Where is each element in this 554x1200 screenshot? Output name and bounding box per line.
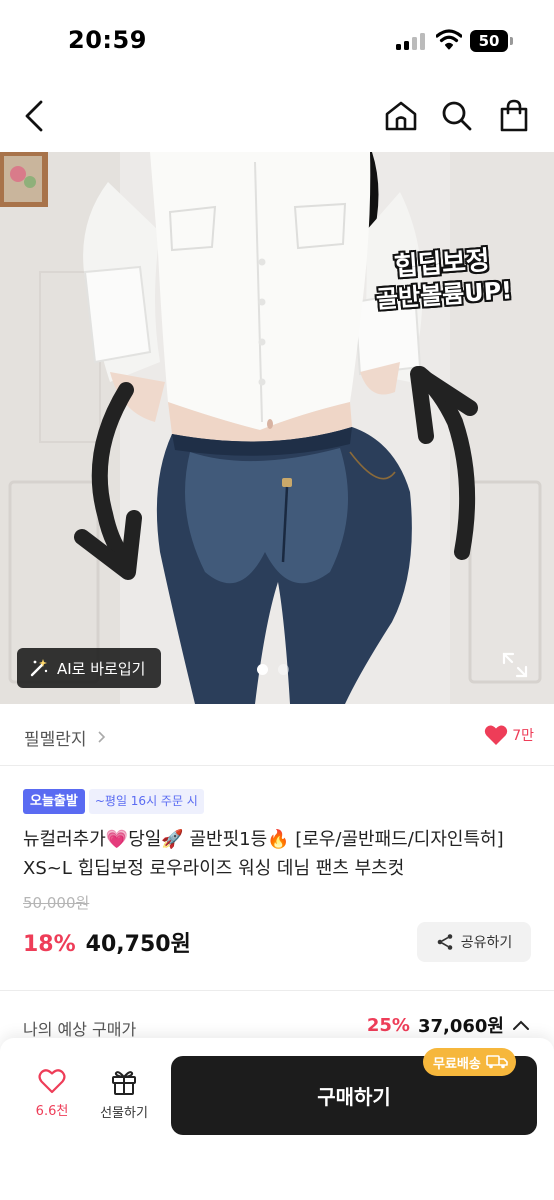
carousel-dot-active	[257, 664, 268, 675]
gift-label: 선물하기	[100, 1106, 148, 1121]
chevron-right-icon	[98, 731, 106, 743]
status-bar: 20:59 50	[0, 0, 554, 80]
carousel-dot	[278, 664, 289, 675]
product-photo	[0, 152, 554, 704]
heart-outline-icon	[38, 1069, 66, 1094]
hero-overlay-text: 힙딥보정 골반볼륨UP!	[366, 243, 520, 315]
top-nav-bar	[0, 80, 554, 152]
discount-rate: 18%	[23, 932, 76, 957]
search-icon	[442, 101, 472, 131]
estimated-price: 37,060원	[417, 1016, 504, 1037]
fullscreen-expand-icon[interactable]	[500, 650, 530, 680]
chevron-left-icon	[25, 100, 43, 132]
free-shipping-badge: 무료배송	[423, 1048, 516, 1076]
brand-like-count: 7만	[512, 728, 534, 744]
share-label: 공유하기	[460, 935, 513, 951]
magic-wand-icon	[30, 659, 48, 677]
gift-icon	[112, 1071, 136, 1095]
battery-indicator: 50	[470, 30, 508, 52]
wishlist-count: 6.6천	[35, 1104, 69, 1119]
share-icon	[437, 934, 453, 950]
brand-like-button[interactable]: 7만	[484, 724, 534, 746]
share-button[interactable]: 공유하기	[417, 922, 531, 962]
shopping-bag-icon	[500, 99, 528, 132]
delivery-tags: 오늘출발 ~평일 16시 주문 시	[23, 789, 204, 814]
section-divider	[0, 990, 554, 991]
product-image-carousel[interactable]: 힙딥보정 골반볼륨UP! AI로 바로입기	[0, 152, 554, 704]
carousel-indicator	[257, 664, 289, 675]
home-icon	[385, 101, 417, 131]
wishlist-button[interactable]: 6.6천	[22, 1068, 82, 1128]
today-ship-tag: 오늘출발	[23, 789, 85, 814]
price-row: 18% 40,750원	[23, 926, 191, 958]
home-button[interactable]	[381, 96, 421, 136]
free-shipping-label: 무료배송	[433, 1056, 481, 1072]
brand-row[interactable]: 필멜란지 7만	[0, 704, 554, 766]
sale-price: 40,750원	[85, 932, 191, 957]
estimated-price-toggle[interactable]: 25% 37,060원	[367, 1012, 530, 1038]
cutoff-time-tag: ~평일 16시 주문 시	[88, 789, 204, 814]
product-title: 뉴컬러추가💗당일🚀 골반핏1등🔥 [로우/골반패드/디자인특허] XS~L 힙딥…	[23, 829, 504, 879]
cart-button[interactable]	[494, 96, 534, 136]
ai-try-on-button[interactable]: AI로 바로입기	[17, 648, 162, 688]
back-button[interactable]	[14, 96, 54, 136]
wifi-icon	[436, 29, 462, 50]
battery-tip	[510, 37, 513, 45]
ai-try-on-label: AI로 바로입기	[57, 659, 146, 678]
heart-filled-icon	[485, 725, 508, 745]
chevron-up-icon	[513, 1020, 529, 1030]
estimated-price-label: 나의 예상 구매가	[23, 1020, 137, 1039]
gift-button[interactable]: 선물하기	[90, 1068, 158, 1128]
cellular-signal-icon	[396, 32, 426, 50]
status-time: 20:59	[68, 26, 147, 54]
delivery-truck-icon	[486, 1055, 508, 1069]
brand-name[interactable]: 필멜란지	[24, 725, 87, 750]
estimated-discount: 25%	[366, 1014, 410, 1036]
original-price: 50,000원	[23, 894, 90, 912]
search-button[interactable]	[437, 96, 477, 136]
